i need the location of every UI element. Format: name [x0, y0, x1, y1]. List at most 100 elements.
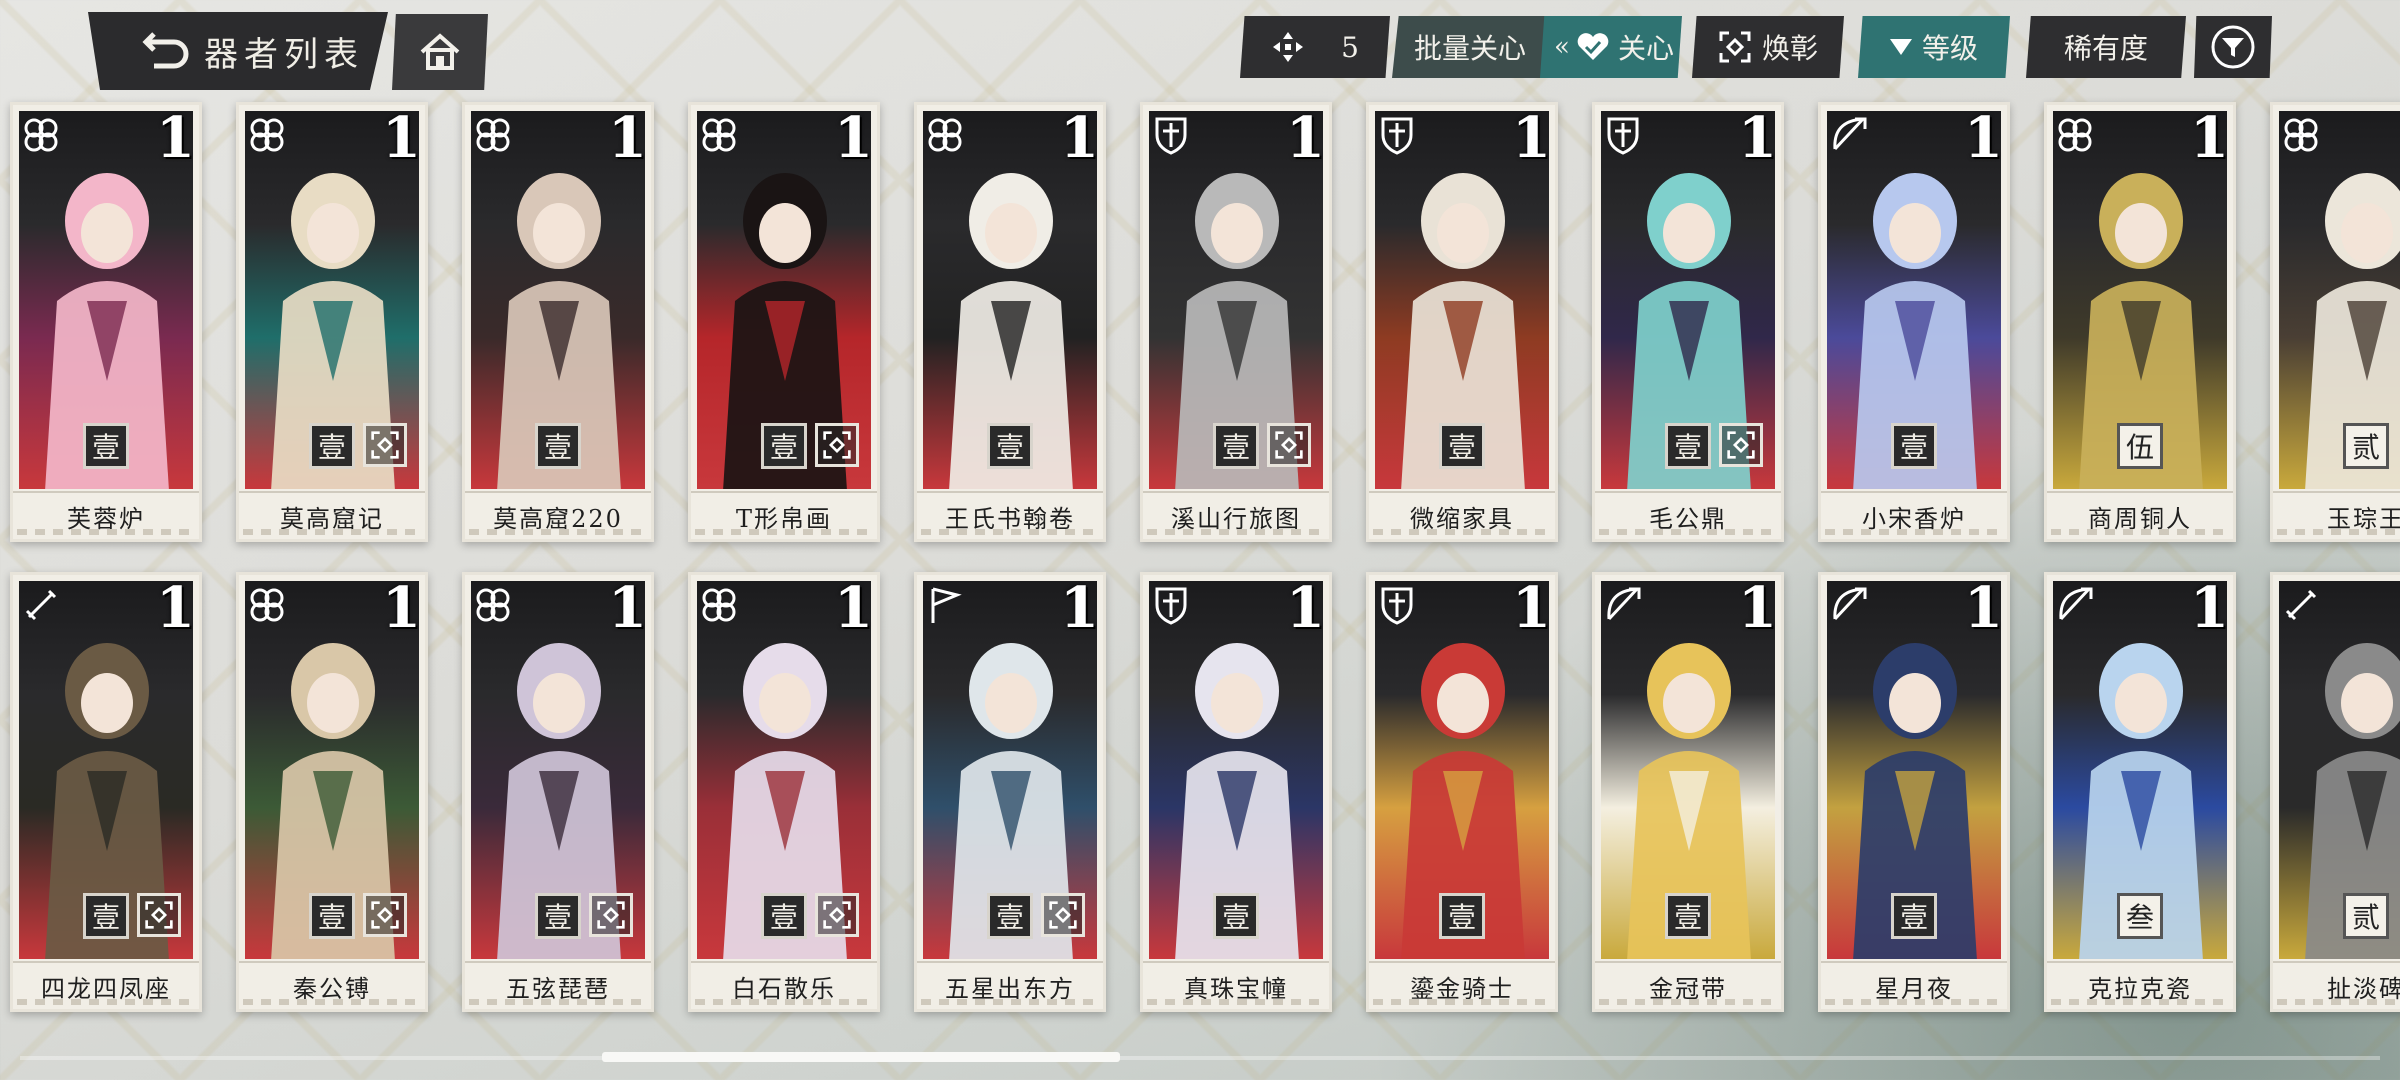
item-card[interactable]: 1贰扯淡碑: [2270, 572, 2400, 1012]
item-card[interactable]: 1 伍商周铜人: [2044, 102, 2236, 542]
level-number: 1: [1286, 575, 1325, 641]
level-number: 1: [834, 575, 873, 641]
item-card[interactable]: 1 壹白石散乐: [688, 572, 880, 1012]
rank-badge: 壹: [535, 893, 581, 939]
item-card[interactable]: 1贰玉琮王: [2270, 102, 2400, 542]
rank-badge: 伍: [2117, 423, 2163, 469]
item-name: 星月夜: [1821, 961, 2007, 1009]
item-card[interactable]: 1 壹小宋香炉: [1818, 102, 2010, 542]
level-number: 1: [1286, 105, 1325, 171]
level-number: 1: [1738, 105, 1777, 171]
rank-badge: 壹: [761, 423, 807, 469]
item-name: 莫高窟220: [465, 491, 651, 539]
rank-badge: 壹: [1439, 423, 1485, 469]
item-card[interactable]: 1 壹微缩家具: [1366, 102, 1558, 542]
knot-icon: [476, 588, 510, 622]
level-number: 1: [1964, 105, 2003, 171]
item-card[interactable]: 1 壹四龙四凤座: [10, 572, 202, 1012]
level-number: 1: [156, 575, 195, 641]
level-number: 1: [382, 105, 421, 171]
item-card[interactable]: 1 壹鎏金骑士: [1366, 572, 1558, 1012]
shield-icon: [1155, 117, 1187, 155]
bow-icon: [1833, 117, 1867, 151]
rank-badge: 壹: [987, 893, 1033, 939]
knot-icon: [702, 588, 736, 622]
item-name: 白石散乐: [691, 961, 877, 1009]
item-name: 毛公鼎: [1595, 491, 1781, 539]
knot-icon: [928, 118, 962, 152]
level-number: 1: [1060, 575, 1099, 641]
rank-badge: 壹: [1891, 893, 1937, 939]
glow-status-icon: [1719, 423, 1763, 467]
item-name: 小宋香炉: [1821, 491, 2007, 539]
shield-icon: [1381, 117, 1413, 155]
item-name: 莫高窟记: [239, 491, 425, 539]
rank-badge: 壹: [1665, 423, 1711, 469]
horizontal-scroll-track[interactable]: [20, 1056, 2380, 1060]
item-name: 真珠宝幢: [1143, 961, 1329, 1009]
rank-badge: 壹: [1891, 423, 1937, 469]
item-name: 扯淡碑: [2273, 961, 2400, 1009]
glow-status-icon: [589, 893, 633, 937]
item-card[interactable]: 1 壹莫高窟220: [462, 102, 654, 542]
item-name: 微缩家具: [1369, 491, 1555, 539]
item-card[interactable]: 1 壹芙蓉炉: [10, 102, 202, 542]
level-number: 1: [608, 105, 647, 171]
item-card[interactable]: 1 壹溪山行旅图: [1140, 102, 1332, 542]
glow-status-icon: [363, 893, 407, 937]
item-card[interactable]: 1 叁克拉克瓷: [2044, 572, 2236, 1012]
item-name: 秦公镈: [239, 961, 425, 1009]
glow-status-icon: [815, 423, 859, 467]
item-card[interactable]: 1 壹真珠宝幢: [1140, 572, 1332, 1012]
item-card[interactable]: 1 壹莫高窟记: [236, 102, 428, 542]
item-card[interactable]: 1 壹 T形帛画: [688, 102, 880, 542]
knot-icon: [250, 118, 284, 152]
glow-status-icon: [137, 893, 181, 937]
flag-icon: [931, 587, 962, 623]
level-number: 1: [2190, 105, 2229, 171]
rank-badge: 壹: [1213, 423, 1259, 469]
rank-badge: 壹: [761, 893, 807, 939]
level-number: 1: [834, 105, 873, 171]
level-number: 1: [1964, 575, 2003, 641]
knot-icon: [2284, 118, 2318, 152]
item-name: 鎏金骑士: [1369, 961, 1555, 1009]
rank-badge: 贰: [2343, 893, 2389, 939]
rank-badge: 壹: [1439, 893, 1485, 939]
item-name: 芙蓉炉: [13, 491, 199, 539]
bow-icon: [1833, 587, 1867, 621]
item-card[interactable]: 1 壹五星出东方: [914, 572, 1106, 1012]
item-card[interactable]: 1 壹毛公鼎: [1592, 102, 1784, 542]
item-name: 四龙四凤座: [13, 961, 199, 1009]
rank-badge: 壹: [309, 423, 355, 469]
level-number: 1: [1060, 105, 1099, 171]
item-card[interactable]: 1 壹金冠带: [1592, 572, 1784, 1012]
glow-status-icon: [1267, 423, 1311, 467]
knot-icon: [702, 118, 736, 152]
level-number: 1: [1512, 105, 1551, 171]
item-name: 克拉克瓷: [2047, 961, 2233, 1009]
item-card[interactable]: 1 壹王氏书翰卷: [914, 102, 1106, 542]
item-card[interactable]: 1 壹五弦琵琶: [462, 572, 654, 1012]
item-name: 王氏书翰卷: [917, 491, 1103, 539]
level-number: 1: [382, 575, 421, 641]
bow-icon: [2059, 587, 2093, 621]
shield-icon: [1155, 587, 1187, 625]
item-name: T形帛画: [691, 491, 877, 539]
glow-status-icon: [815, 893, 859, 937]
rank-badge: 壹: [535, 423, 581, 469]
item-name: 金冠带: [1595, 961, 1781, 1009]
item-name: 商周铜人: [2047, 491, 2233, 539]
level-number: 1: [156, 105, 195, 171]
rank-badge: 壹: [83, 893, 129, 939]
level-number: 1: [608, 575, 647, 641]
knot-icon: [250, 588, 284, 622]
horizontal-scroll-thumb[interactable]: [602, 1052, 1120, 1062]
item-name: 溪山行旅图: [1143, 491, 1329, 539]
item-card[interactable]: 1 壹秦公镈: [236, 572, 428, 1012]
sword-icon: [25, 589, 57, 621]
knot-icon: [476, 118, 510, 152]
rank-badge: 贰: [2343, 423, 2389, 469]
level-number: 1: [1512, 575, 1551, 641]
item-card[interactable]: 1 壹星月夜: [1818, 572, 2010, 1012]
